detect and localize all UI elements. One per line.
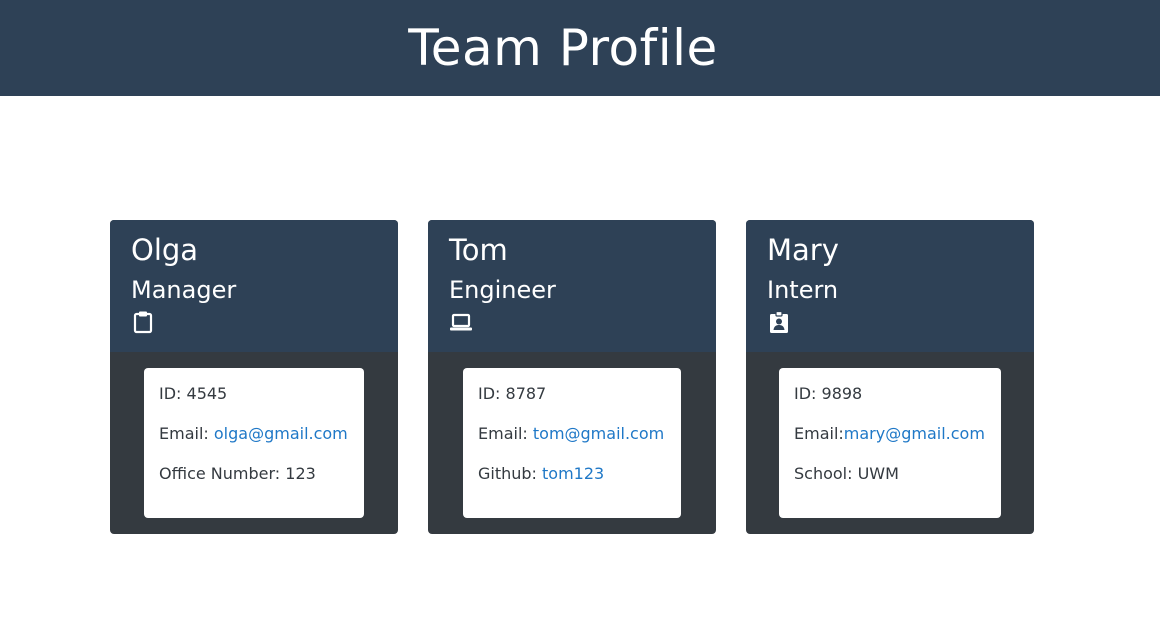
employee-role: Intern [767, 276, 839, 304]
id-value: 8787 [505, 384, 547, 403]
email-link[interactable]: mary@gmail.com [844, 424, 985, 443]
github-label: Github: [478, 464, 543, 483]
card-header: Tom Engineer [428, 220, 716, 352]
id-row: ID: 9898 [794, 384, 986, 424]
id-label: ID: [478, 384, 506, 403]
email-label: Email: [159, 424, 214, 443]
team-cards: Olga Manager ID: 4545 Email: olga@gmail.… [110, 220, 1034, 534]
email-link[interactable]: tom@gmail.com [533, 424, 664, 443]
employee-card-manager: Olga Manager ID: 4545 Email: olga@gmail.… [110, 220, 398, 534]
employee-role: Engineer [449, 276, 556, 304]
laptop-icon [450, 313, 472, 331]
email-label: Email: [794, 424, 844, 443]
email-row: Email: olga@gmail.com [159, 424, 349, 464]
employee-card-engineer: Tom Engineer ID: 8787 Email: tom@gmail.c… [428, 220, 716, 534]
email-row: Email:mary@gmail.com [794, 424, 986, 464]
id-label: ID: [159, 384, 187, 403]
card-details: ID: 8787 Email: tom@gmail.com Github: to… [463, 368, 681, 518]
school-label: School: [794, 464, 858, 483]
employee-name: Mary [767, 233, 839, 267]
email-row: Email: tom@gmail.com [478, 424, 666, 464]
id-label: ID: [794, 384, 822, 403]
card-header: Olga Manager [110, 220, 398, 352]
clipboard-icon [133, 311, 153, 334]
employee-role: Manager [131, 276, 237, 304]
page-header: Team Profile [0, 0, 1160, 96]
employee-card-intern: Mary Intern ID: 9898 Email:mary@gmail.co… [746, 220, 1034, 534]
office-number-value: 123 [285, 464, 316, 483]
id-value: 9898 [821, 384, 863, 403]
school-value: UWM [857, 464, 899, 483]
id-row: ID: 4545 [159, 384, 349, 424]
email-label: Email: [478, 424, 533, 443]
employee-name: Olga [131, 233, 199, 267]
card-details: ID: 4545 Email: olga@gmail.com Office Nu… [144, 368, 364, 518]
id-row: ID: 8787 [478, 384, 666, 424]
card-details: ID: 9898 Email:mary@gmail.com School: UW… [779, 368, 1001, 518]
school-row: School: UWM [794, 464, 986, 504]
github-link[interactable]: tom123 [542, 464, 604, 483]
email-link[interactable]: olga@gmail.com [214, 424, 348, 443]
office-number-row: Office Number: 123 [159, 464, 349, 504]
id-value: 4545 [186, 384, 228, 403]
id-badge-icon [770, 310, 788, 333]
page-title: Team Profile [408, 19, 718, 77]
github-row: Github: tom123 [478, 464, 666, 504]
card-header: Mary Intern [746, 220, 1034, 352]
employee-name: Tom [449, 233, 508, 267]
office-number-label: Office Number: [159, 464, 286, 483]
